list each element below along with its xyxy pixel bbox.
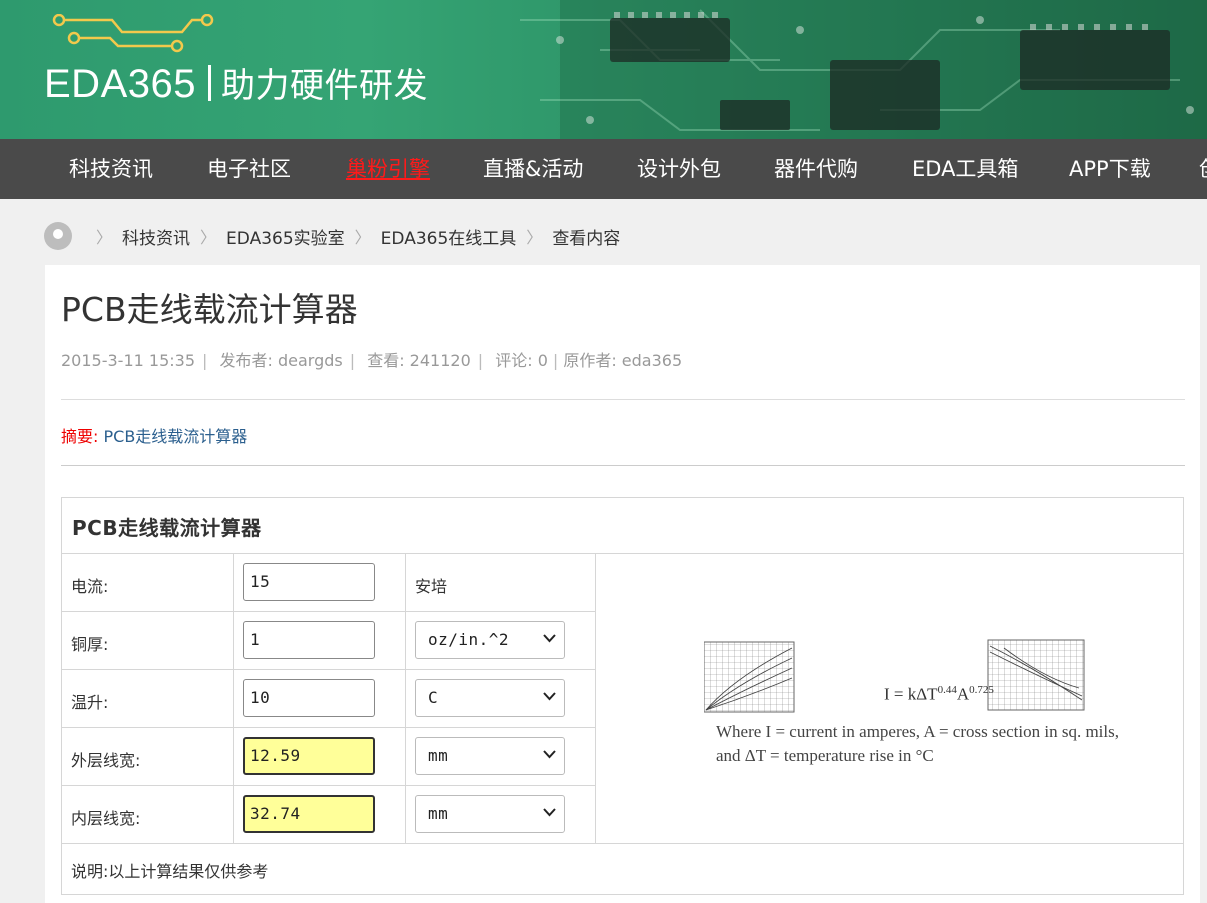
chevron-right-icon: 〉 [526,228,543,247]
chevron-down-icon [543,634,556,643]
formula-legend-line1: Where I = current in amperes, A = cross … [716,722,1119,741]
temp-rise-label: 温升: [71,693,109,712]
chevron-down-icon [543,692,556,701]
breadcrumb-item-current: 查看内容 [552,228,621,249]
inner-width-label: 内层线宽: [71,809,141,828]
page-title: PCB走线载流计算器 [61,290,358,329]
main-nav: 科技资讯 电子社区 巢粉引擎 直播&活动 设计外包 器件代购 EDA工具箱 AP… [0,139,1207,199]
grid-line [233,553,234,843]
formula-illustration: I = kΔT0.44A0.725 Where I = current in a… [656,638,1136,765]
article-card: PCB走线载流计算器 2015-3-11 15:35 | 发布者: deargds… [45,265,1200,903]
location-pin-icon [44,222,72,250]
nav-item-app-download[interactable]: APP下载 [1069,139,1151,199]
formula-legend: Where I = current in amperes, A = cross … [716,720,1119,768]
summary-text: PCB走线载流计算器 [103,427,248,446]
copper-thickness-unit-select[interactable]: oz/in.^2 [415,621,565,659]
divider [61,465,1185,466]
current-unit: 安培 [415,577,448,596]
formula-exp2: 0.725 [969,684,994,696]
grid-line [62,611,595,612]
circuit-logo-icon [52,14,214,53]
chevron-right-icon: 〉 [200,228,217,247]
inner-width-result[interactable]: 32.74 [243,795,375,833]
nav-item-engine[interactable]: 巢粉引擎 [346,139,430,199]
nav-item-live-events[interactable]: 直播&活动 [483,139,583,199]
grid-line [62,843,1183,844]
graph-right [987,639,1085,711]
breadcrumb-item-tech-news[interactable]: 科技资讯 [122,224,190,249]
header-banner: EDA365 助力硬件研发 [0,0,1207,139]
current-label: 电流: [71,577,109,596]
breadcrumb: 〉 科技资讯 〉 EDA365实验室 〉 EDA365在线工具 〉 查看内容 [44,220,620,252]
article-meta: 2015-3-11 15:35 | 发布者: deargds | 查看: 24112… [61,351,683,370]
outer-width-label: 外层线宽: [71,751,141,770]
outer-width-result[interactable]: 12.59 [243,737,375,775]
formula-legend-line2: and ΔT = temperature rise in °C [716,746,934,765]
trace-current-calculator: PCB走线载流计算器 电流: 15 安培 铜厚: 1 oz/in.^2 温升: … [61,497,1184,895]
meta-author: 原作者: eda365 [563,351,683,370]
grid-line [595,553,596,843]
calculator-title: PCB走线载流计算器 [72,516,262,540]
breadcrumb-item-lab[interactable]: EDA365实验室 [226,224,345,249]
inner-width-unit-select[interactable]: mm [415,795,565,833]
outer-width-unit-value: mm [428,746,449,765]
chevron-right-icon: 〉 [354,228,371,247]
temp-rise-unit-value: C [428,688,439,707]
nav-item-community[interactable]: 电子社区 [207,139,291,199]
formula-mid: A [956,684,970,704]
grid-line [405,553,406,843]
temp-rise-unit-select[interactable]: C [415,679,565,717]
nav-item-truncated[interactable]: 创 [1199,139,1207,199]
summary-label: 摘要: [61,427,99,446]
copper-thickness-input[interactable]: 1 [243,621,375,659]
grid-line [62,727,595,728]
meta-date: 2015-3-11 15:35 [61,351,195,370]
meta-publisher[interactable]: 发布者: deargds [219,351,342,370]
chevron-right-icon: 〉 [96,228,113,247]
current-input[interactable]: 15 [243,563,375,601]
nav-item-component-purchasing[interactable]: 器件代购 [774,139,858,199]
grid-line [62,669,595,670]
chevron-down-icon [543,808,556,817]
divider [61,399,1185,400]
formula-main: I = kΔT [884,684,938,704]
calculator-note: 说明:以上计算结果仅供参考 [71,862,269,881]
meta-comments[interactable]: 评论: 0 [495,351,548,370]
nav-item-tech-news[interactable]: 科技资讯 [69,139,153,199]
formula-equation: I = kΔT0.44A0.725 [884,684,994,705]
grid-line [62,785,595,786]
copper-thickness-unit-value: oz/in.^2 [428,630,510,649]
article-summary: 摘要: PCB走线载流计算器 [61,423,247,447]
chevron-down-icon [543,750,556,759]
meta-views: 查看: 241120 [367,351,471,370]
formula-exp1: 0.44 [937,684,957,696]
inner-width-unit-value: mm [428,804,449,823]
logo-text: EDA365 [44,62,196,106]
breadcrumb-item-online-tools[interactable]: EDA365在线工具 [381,224,517,249]
logo-divider [207,65,211,101]
formula-graphs [704,639,1085,713]
nav-item-eda-toolbox[interactable]: EDA工具箱 [912,139,1018,199]
nav-item-design-outsourcing[interactable]: 设计外包 [637,139,721,199]
logo-slogan: 助力硬件研发 [220,66,428,106]
outer-width-unit-select[interactable]: mm [415,737,565,775]
temp-rise-input[interactable]: 10 [243,679,375,717]
graph-left [704,641,795,713]
grid-line [62,553,1183,554]
copper-thickness-label: 铜厚: [71,635,109,654]
